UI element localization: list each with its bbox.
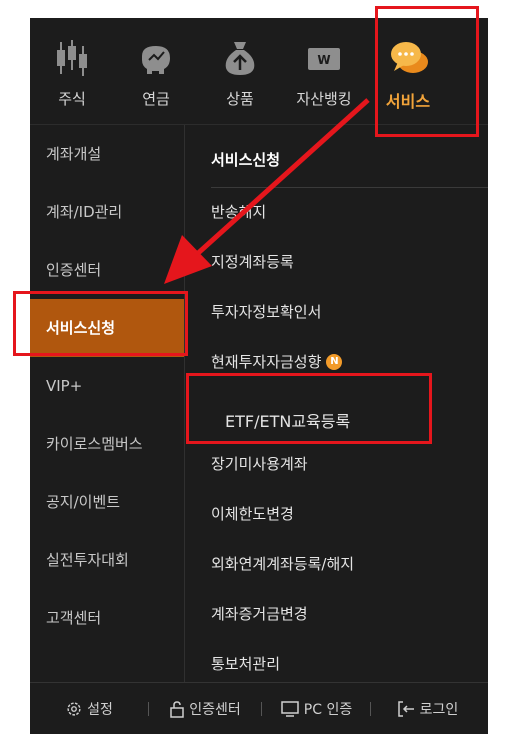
red-arrow-annotation	[164, 98, 370, 284]
